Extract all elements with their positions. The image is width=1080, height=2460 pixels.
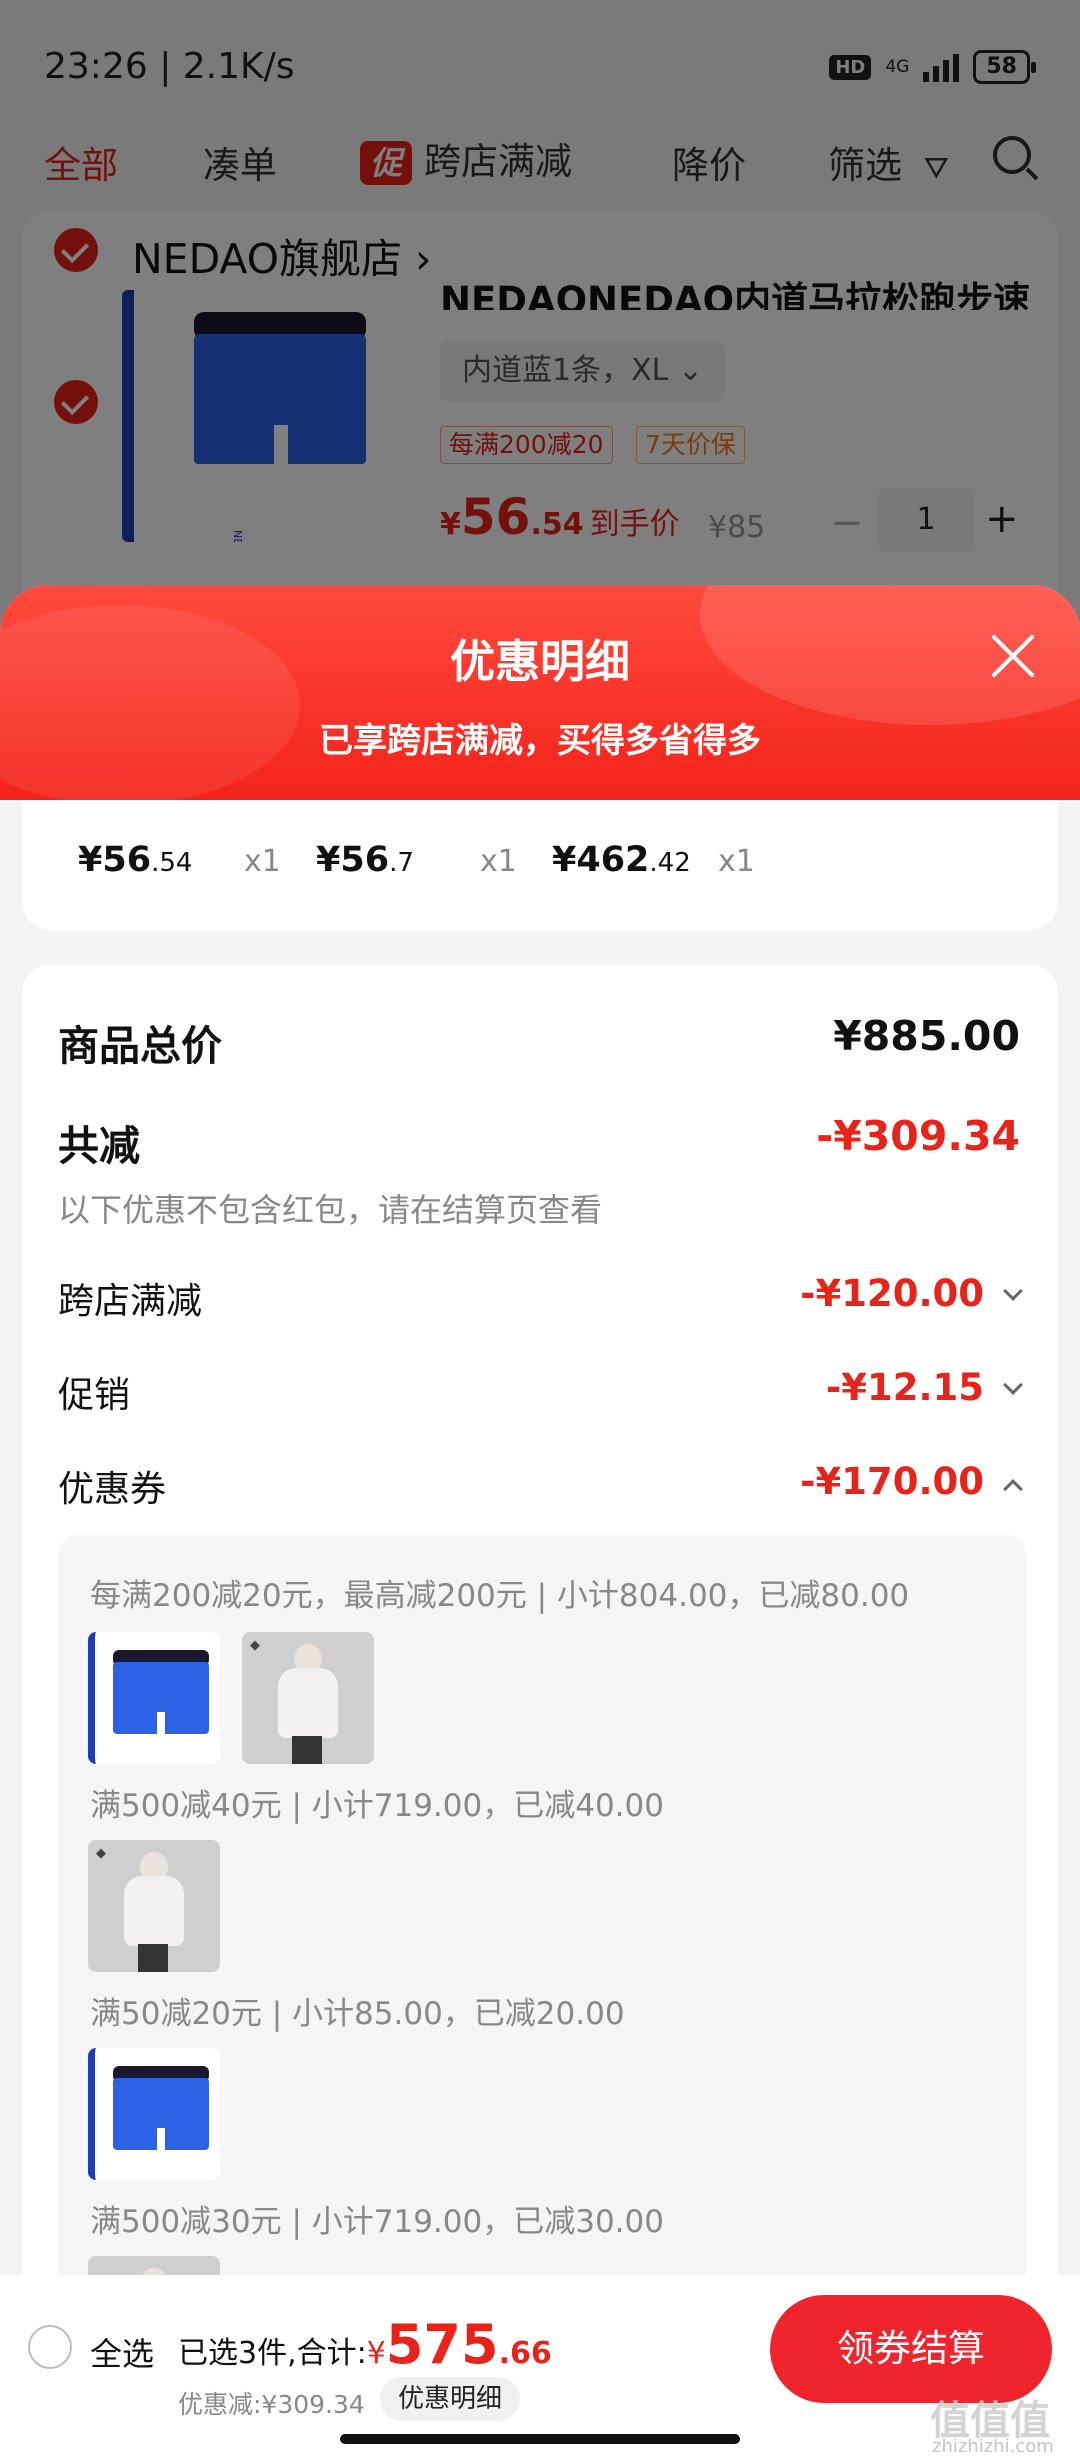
home-indicator[interactable] [340,2434,740,2444]
select-all-label[interactable]: 全选 [90,2329,154,2375]
product-thumbnail: ◆ [88,1840,220,1972]
coupon-group-desc: 满500减40元 | 小计719.00，已减40.00 [90,1788,664,1824]
item-price: ¥56.7 [316,840,414,880]
close-icon[interactable] [988,631,1038,681]
product-thumbnail [88,1632,220,1764]
item-qty: x1 [480,844,517,879]
row-cross-store-label[interactable]: 跨店满减 [58,1272,202,1324]
item-qty: x1 [718,844,755,879]
checkout-bar: 全选 已选3件,合计:¥575.66 优惠减:¥309.34 优惠明细 领券结算 [0,2275,1080,2460]
sheet-title: 优惠明细 [449,635,630,688]
row-coupon-value[interactable]: -¥170.00 [800,1460,984,1503]
row-coupon-label[interactable]: 优惠券 [58,1460,166,1512]
discount-amount: 优惠减:¥309.34 [178,2390,365,2419]
total-price-value: ¥885.00 [833,1012,1020,1060]
total-reduce-value: -¥309.34 [816,1112,1020,1160]
total-reduce-label: 共减 [58,1122,140,1170]
item-qty: x1 [244,844,281,879]
watermark-url: zhizhizhi.com [932,2436,1054,2457]
item-price: ¥462.42 [552,840,691,880]
product-thumbnail: ◆ [242,1632,374,1764]
product-thumbnail [88,2048,220,2180]
selected-summary: 已选3件,合计:¥575.66 [178,2313,552,2376]
sheet-subtitle: 已享跨店满减，买得多省得多 [319,721,761,761]
select-all-checkbox[interactable] [28,2325,72,2369]
coupon-group-desc: 满500减30元 | 小计719.00，已减30.00 [90,2204,664,2240]
item-price-strip: ¥56.54 x1 ¥56.7 x1 ¥462.42 x1 [22,800,1058,930]
checkout-button[interactable]: 领券结算 [770,2295,1052,2403]
coupon-group-desc: 满50减20元 | 小计85.00，已减20.00 [90,1996,625,2032]
discount-detail-button[interactable]: 优惠明细 [380,2377,521,2421]
reduce-note: 以下优惠不包含红包，请在结算页查看 [58,1191,603,1229]
row-cross-store-value[interactable]: -¥120.00 [800,1272,984,1315]
sheet-header: 优惠明细 已享跨店满减，买得多省得多 [0,585,1080,800]
row-promotion-value[interactable]: -¥12.15 [826,1366,984,1409]
item-price: ¥56.54 [78,840,193,880]
row-promotion-label[interactable]: 促销 [58,1366,130,1418]
coupon-group-desc: 每满200减20元，最高减200元 | 小计804.00，已减80.00 [90,1578,910,1614]
total-price-label: 商品总价 [58,1022,222,1070]
